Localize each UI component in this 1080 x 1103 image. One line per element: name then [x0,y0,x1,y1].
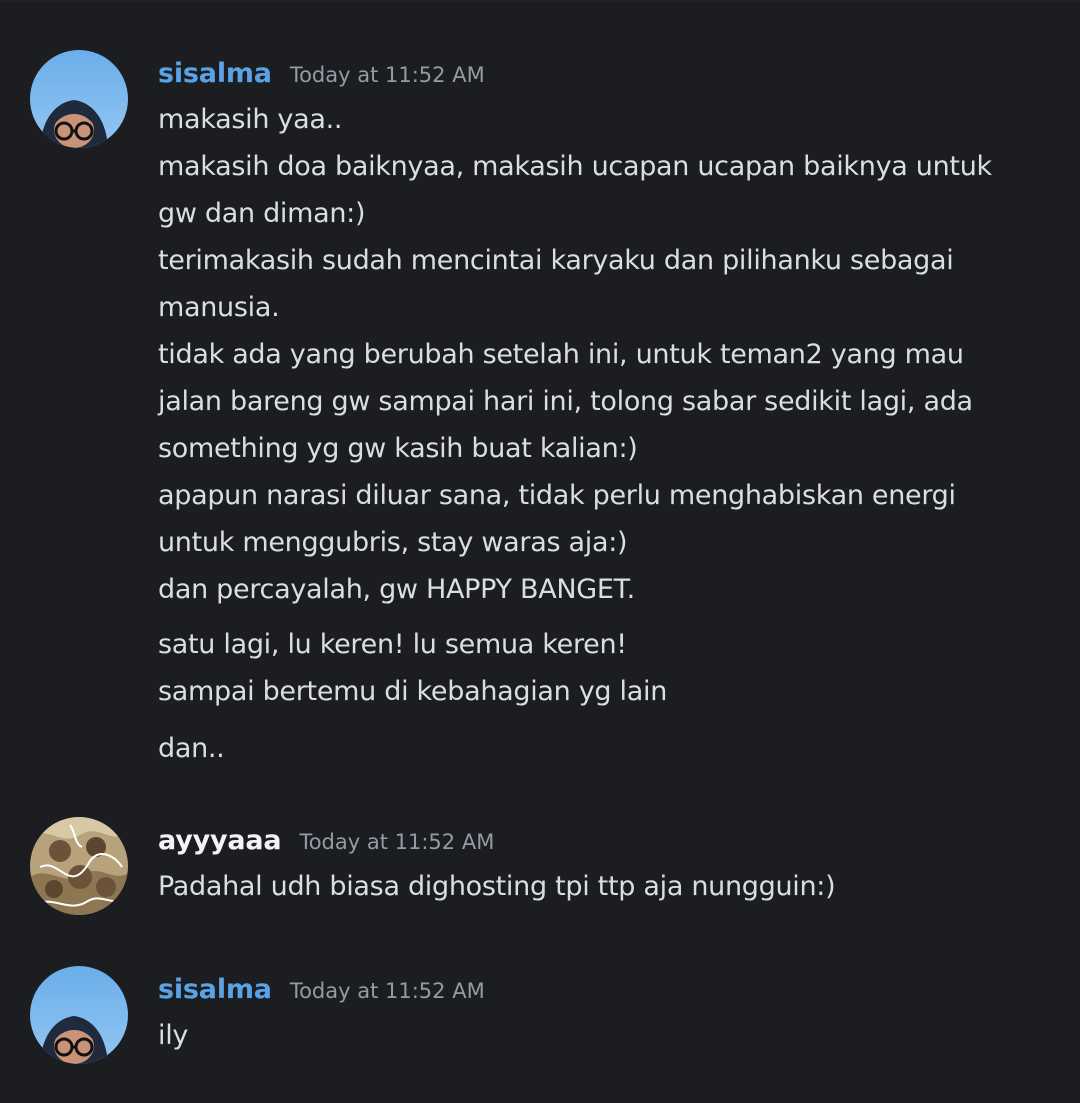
avatar-image [30,50,128,148]
avatar-image [30,966,128,1064]
message-header: ayyyaaa Today at 11:52 AM [158,825,494,856]
avatar-sisalma[interactable] [30,50,128,148]
avatar-sisalma[interactable] [30,966,128,1064]
message-line: manusia. [158,292,280,323]
message-line: gw dan diman:) [158,198,366,229]
message-content: makasih yaa.. makasih doa baiknyaa, maka… [158,96,1038,772]
message-line: jalan bareng gw sampai hari ini, tolong … [158,386,973,417]
message-line: terimakasih sudah mencintai karyaku dan … [158,245,954,276]
message-line: dan.. [158,733,225,764]
avatar-ayyyaaa[interactable] [30,817,128,915]
message-header: sisalma Today at 11:52 AM [158,58,485,89]
message-line: ily [158,1020,189,1051]
message-line: apapun narasi diluar sana, tidak perlu m… [158,480,956,511]
message-content: ily [158,1012,1038,1059]
message-line: makasih doa baiknyaa, makasih ucapan uca… [158,151,992,182]
timestamp[interactable]: Today at 11:52 AM [290,63,485,87]
message-line: makasih yaa.. [158,104,343,135]
timestamp[interactable]: Today at 11:52 AM [290,979,485,1003]
username[interactable]: sisalma [158,974,272,1005]
top-divider [0,0,1080,2]
message-line: tidak ada yang berubah setelah ini, untu… [158,339,964,370]
message-line: sampai bertemu di kebahagian yg lain [158,676,668,707]
message-line: satu lagi, lu keren! lu semua keren! [158,629,627,660]
avatar-image [30,817,128,915]
username[interactable]: sisalma [158,58,272,89]
message-line: dan percayalah, gw HAPPY BANGET. [158,574,635,605]
username[interactable]: ayyyaaa [158,825,282,856]
message-content: Padahal udh biasa dighosting tpi ttp aja… [158,863,1038,910]
chat-message-list: sisalma Today at 11:52 AM makasih yaa.. m… [0,0,1080,1103]
message-line: untuk menggubris, stay waras aja:) [158,527,628,558]
message-line: Padahal udh biasa dighosting tpi ttp aja… [158,871,836,902]
message-header: sisalma Today at 11:52 AM [158,974,485,1005]
message-line: something yg gw kasih buat kalian:) [158,433,638,464]
timestamp[interactable]: Today at 11:52 AM [299,830,494,854]
